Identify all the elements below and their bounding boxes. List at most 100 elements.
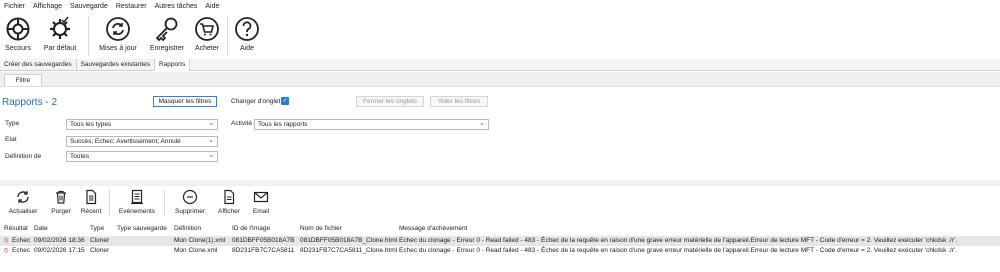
activite-select-value: Tous les rapports xyxy=(258,121,308,128)
tab-rapports[interactable]: Rapports xyxy=(154,59,191,71)
cell-resultat: Echec xyxy=(12,237,31,244)
cell-message: Echec du clonage - Erreur 0 - Read faile… xyxy=(399,247,957,254)
event-log-icon xyxy=(131,189,143,204)
help-icon xyxy=(235,17,259,41)
recent-button[interactable]: Récent xyxy=(76,186,106,220)
menu-affichage[interactable]: Affichage xyxy=(33,3,62,10)
cell-type: Cloner xyxy=(90,237,110,244)
evenements-button[interactable]: Evénements xyxy=(113,186,161,220)
chevron-down-icon: ⌄ xyxy=(208,152,214,159)
mises-a-jour-label: Mises à jour xyxy=(99,45,137,52)
activite-select[interactable]: Tous les rapports ⌄ xyxy=(254,119,489,130)
chevron-down-icon: ⌄ xyxy=(479,120,485,127)
document-icon xyxy=(86,189,97,205)
cell-nom-fichier: 081DBFF05B018A7B_Clone.html xyxy=(300,237,398,244)
menu-sauvegarde[interactable]: Sauvegarde xyxy=(70,3,108,10)
menu-fichier[interactable]: Fichier xyxy=(4,3,25,10)
acheter-label: Acheter xyxy=(194,45,220,52)
etat-select[interactable]: Succès; Echec; Avertissement; Annulé ⌄ xyxy=(66,136,218,147)
fermer-onglets-button[interactable]: Fermer les onglets xyxy=(356,96,424,107)
masquer-filtres-button[interactable]: Masquer les filtres xyxy=(153,96,217,107)
column-nom-fichier[interactable]: Nom de fichier xyxy=(300,225,342,232)
menu-autres-taches[interactable]: Autres tâches xyxy=(155,3,198,10)
menu-restaurer[interactable]: Restaurer xyxy=(116,3,147,10)
recent-label: Récent xyxy=(80,208,102,215)
par-defaut-label: Par défaut xyxy=(43,45,77,52)
acheter-button[interactable]: Acheter xyxy=(191,13,223,59)
definition-select-value: Toutes xyxy=(70,153,90,160)
purger-label: Purger xyxy=(51,208,71,215)
column-date[interactable]: Date xyxy=(34,225,48,232)
filter-tab-bar: Filtre xyxy=(0,72,1000,87)
supprimer-label: Supprimer xyxy=(175,208,205,215)
column-type-sauvegarde[interactable]: Type sauvegarde xyxy=(117,225,167,232)
supprimer-button[interactable]: Supprimer xyxy=(168,186,212,220)
lifebuoy-icon xyxy=(6,17,30,41)
chevron-down-icon: ⌄ xyxy=(208,120,214,127)
menu-aide[interactable]: Aide xyxy=(205,3,219,10)
type-select-value: Tous les types xyxy=(70,121,112,128)
table-row[interactable]: ⦸ Echec 09/02/2026 18:36 Cloner Mon Clon… xyxy=(0,236,1000,246)
refresh-icon xyxy=(17,191,29,203)
secours-label: Secours xyxy=(5,45,31,52)
table-header: Résultat Date Type Type sauvegarde Défin… xyxy=(0,222,1000,235)
evenements-label: Evénements xyxy=(118,208,156,215)
par-defaut-button[interactable]: Par défaut xyxy=(36,13,84,59)
actualiser-label: Actualiser xyxy=(8,208,38,215)
type-select[interactable]: Tous les types ⌄ xyxy=(66,119,218,130)
trash-icon xyxy=(56,190,66,204)
purger-button[interactable]: Purger xyxy=(46,186,76,220)
main-tabs: Créer des sauvegardes Sauvegardes exista… xyxy=(0,59,1000,71)
minus-circle-icon xyxy=(182,189,198,205)
cell-date: 09/02/2026 17:15 xyxy=(34,247,85,254)
cell-resultat: Echec xyxy=(12,247,31,254)
cell-date: 09/02/2026 18:36 xyxy=(34,237,85,244)
column-definition[interactable]: Définition xyxy=(174,225,201,232)
cell-id-image: 8D231FB7C7CA5811 xyxy=(232,247,295,254)
key-icon xyxy=(155,17,178,42)
type-label: Type xyxy=(5,120,20,127)
envelope-icon xyxy=(253,191,269,203)
actualiser-button[interactable]: Actualiser xyxy=(0,186,46,220)
enregistrer-label: Enregistrer xyxy=(149,45,185,52)
cell-nom-fichier: 8D231FB7C7CA5811_Clone.html xyxy=(300,247,398,254)
column-type[interactable]: Type xyxy=(90,225,104,232)
cell-definition: Mon Clone.xml xyxy=(174,247,218,254)
table-row[interactable]: ⦸ Echec 09/02/2026 17:15 Cloner Mon Clon… xyxy=(0,246,1000,256)
enregistrer-button[interactable]: Enregistrer xyxy=(143,13,191,59)
aide-button[interactable]: Aide xyxy=(232,13,262,59)
email-button[interactable]: Email xyxy=(246,186,276,220)
changer-onglet-checkbox[interactable]: ✓ xyxy=(281,97,289,105)
cell-type: Cloner xyxy=(90,247,110,254)
aide-label: Aide xyxy=(239,45,254,52)
column-id-image[interactable]: ID de l'Image xyxy=(232,225,270,232)
reports-toolbar: Actualiser Purger Récent Evénements Supp… xyxy=(0,186,1000,220)
etat-label: Etat xyxy=(5,136,17,143)
toolbar-separator xyxy=(109,190,110,216)
changer-onglet-label: Changer d'onglet xyxy=(231,98,281,105)
definition-label: Définition de xyxy=(5,153,42,160)
tab-filtre[interactable]: Filtre xyxy=(4,74,42,86)
mises-a-jour-button[interactable]: Mises à jour xyxy=(93,13,143,59)
ribbon: Secours Par défaut Mises à jour Enregist… xyxy=(0,13,1000,59)
vider-filtres-button[interactable]: Vider les filtres xyxy=(430,96,488,107)
tab-creer-sauvegardes[interactable]: Créer des sauvegardes xyxy=(0,59,77,71)
afficher-button[interactable]: Afficher xyxy=(212,186,246,220)
column-message[interactable]: Message d'achèvement xyxy=(399,225,467,232)
toolbar-separator xyxy=(164,190,165,216)
ribbon-separator xyxy=(227,16,228,56)
definition-select[interactable]: Toutes ⌄ xyxy=(66,151,218,162)
secours-button[interactable]: Secours xyxy=(0,13,36,59)
page-title: Rapports - 2 xyxy=(2,97,58,108)
gear-check-icon xyxy=(50,16,70,39)
chevron-down-icon: ⌄ xyxy=(208,137,214,144)
error-icon: ⦸ xyxy=(4,247,9,254)
refresh-icon xyxy=(106,17,130,41)
menu-bar: Fichier Affichage Sauvegarde Restaurer A… xyxy=(0,0,1000,13)
etat-select-value: Succès; Echec; Avertissement; Annulé xyxy=(70,138,181,145)
document-view-icon xyxy=(224,189,235,205)
tab-sauvegardes-existantes[interactable]: Sauvegardes existantes xyxy=(77,59,155,71)
column-resultat[interactable]: Résultat xyxy=(4,225,28,232)
activite-label: Activité xyxy=(231,120,252,127)
filter-pane: Rapports - 2 Masquer les filtres Changer… xyxy=(0,88,1000,180)
